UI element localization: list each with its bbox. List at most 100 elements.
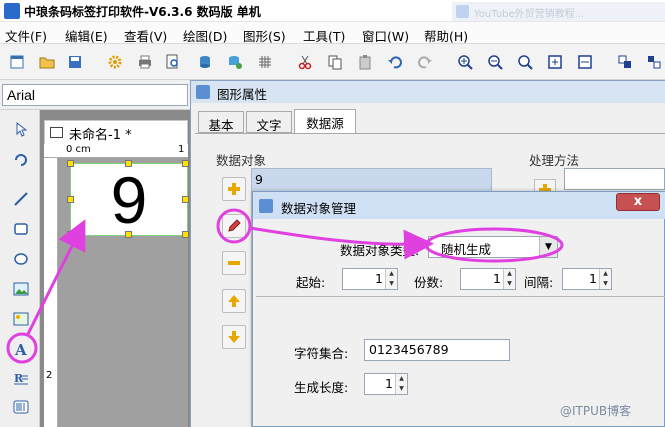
open-folder-icon[interactable] — [38, 53, 56, 71]
rectangle-tool-icon[interactable] — [10, 218, 32, 240]
zoom-out-icon[interactable] — [486, 53, 504, 71]
data-object-list-item[interactable]: 9 — [251, 168, 492, 192]
length-value: 1 — [385, 376, 393, 391]
spin-arrows-icon[interactable]: ▲ ▼ — [385, 269, 397, 289]
tab-basic[interactable]: 基本 — [198, 111, 244, 133]
selection-handle[interactable] — [67, 196, 74, 203]
length-label: 生成长度: — [294, 380, 349, 395]
chevron-down-icon: ▼ — [539, 237, 557, 257]
select-pointer-icon[interactable] — [10, 118, 32, 140]
database-icon[interactable] — [196, 53, 214, 71]
print-preview-icon[interactable] — [164, 53, 182, 71]
zoom-in-icon[interactable] — [456, 53, 474, 71]
data-object-type-select[interactable]: 随机生成 ▼ — [428, 236, 558, 258]
label-text-object[interactable]: 9 — [70, 160, 188, 240]
ruler-tick-1: 1 — [178, 144, 185, 155]
tab-data-source[interactable]: 数据源 — [294, 109, 356, 134]
barcode-tool-icon[interactable] — [10, 396, 32, 418]
ruler-unit-label: 0 cm — [66, 144, 91, 155]
left-tool-palette: A R — [0, 110, 40, 427]
background-tab-label: YouTube外贸营销教程... — [474, 9, 585, 20]
menu-window[interactable]: 窗口(W) — [362, 26, 409, 45]
settings-gear-icon[interactable] — [106, 53, 124, 71]
dialog-title: 数据对象管理 — [281, 201, 357, 216]
fit-width-icon[interactable] — [576, 53, 594, 71]
selection-handle[interactable] — [125, 160, 132, 167]
document-tab[interactable]: 未命名-1 * — [44, 120, 188, 144]
picture-tool-icon[interactable] — [10, 308, 32, 330]
move-up-button[interactable] — [222, 289, 246, 313]
close-button[interactable]: x — [616, 193, 660, 211]
vertical-ruler: 2 — [44, 158, 58, 427]
menu-draw[interactable]: 绘图(D) — [183, 26, 227, 45]
plus-icon — [228, 183, 240, 195]
main-toolbar — [0, 44, 665, 80]
grid-icon[interactable] — [256, 53, 274, 71]
document-icon — [50, 127, 63, 138]
add-data-object-button[interactable] — [222, 177, 246, 201]
group-icon[interactable] — [645, 53, 663, 71]
menu-file[interactable]: 文件(F) — [5, 26, 47, 45]
start-stepper[interactable]: 1 ▲ ▼ — [342, 268, 398, 290]
process-method-list[interactable] — [564, 168, 665, 190]
font-name-select[interactable]: Arial — [2, 84, 188, 106]
new-file-icon[interactable] — [8, 53, 26, 71]
paste-icon[interactable] — [356, 53, 374, 71]
zoom-actual-icon[interactable] — [516, 53, 534, 71]
rotate-icon[interactable] — [10, 148, 32, 170]
selection-handle[interactable] — [125, 231, 132, 238]
fit-page-icon[interactable] — [546, 53, 564, 71]
selection-handle[interactable] — [182, 231, 189, 238]
save-icon[interactable] — [66, 53, 84, 71]
tab-text[interactable]: 文字 — [246, 111, 292, 133]
spin-arrows-icon[interactable]: ▲ ▼ — [599, 269, 611, 289]
browser-tab-icon — [456, 5, 469, 18]
arrange-icon[interactable] — [616, 53, 634, 71]
length-stepper[interactable]: 1 ▲ ▼ — [364, 373, 408, 395]
print-icon[interactable] — [136, 53, 154, 71]
menu-tools[interactable]: 工具(T) — [303, 26, 345, 45]
ellipse-tool-icon[interactable] — [10, 248, 32, 270]
text-tool-icon[interactable]: A — [10, 338, 32, 360]
spin-arrows-icon[interactable]: ▲ ▼ — [395, 374, 407, 394]
menu-view[interactable]: 查看(V) — [124, 26, 167, 45]
delete-data-object-button[interactable] — [222, 251, 246, 275]
background-window-tab[interactable]: YouTube外贸营销教程... — [452, 2, 665, 21]
arrow-down-icon — [228, 331, 240, 343]
move-down-button[interactable] — [222, 325, 246, 349]
selection-handle[interactable] — [67, 160, 74, 167]
app-title: 中琅条码标签打印软件-V6.3.6 数码版 单机 — [24, 5, 261, 19]
selection-handle[interactable] — [182, 196, 189, 203]
copies-stepper[interactable]: 1 ▲ ▼ — [460, 268, 516, 290]
menu-shape[interactable]: 图形(S) — [243, 26, 286, 45]
dialog-window-icon — [259, 199, 273, 213]
properties-window-icon — [196, 85, 210, 99]
image-tool-icon[interactable] — [10, 278, 32, 300]
rich-text-tool-icon[interactable]: R — [10, 368, 32, 390]
spin-arrows-icon[interactable]: ▲ ▼ — [503, 269, 515, 289]
cut-icon[interactable] — [296, 53, 314, 71]
selection-handle[interactable] — [182, 160, 189, 167]
start-label: 起始: — [296, 275, 326, 290]
copy-icon[interactable] — [326, 53, 344, 71]
properties-title-bar: 图形属性 — [191, 81, 665, 103]
edit-data-object-button[interactable] — [222, 214, 246, 238]
charset-input[interactable]: 0123456789 — [364, 339, 510, 361]
ruler-tick-2: 2 — [46, 370, 53, 381]
arrow-up-icon — [228, 295, 240, 307]
menu-help[interactable]: 帮助(H) — [424, 26, 468, 45]
menu-bar: 文件(F) 编辑(E) 查看(V) 绘图(D) 图形(S) 工具(T) 窗口(W… — [0, 22, 665, 44]
minus-icon — [228, 261, 240, 265]
interval-stepper[interactable]: 1 ▲ ▼ — [562, 268, 612, 290]
redo-icon[interactable] — [416, 53, 434, 71]
pencil-edit-icon — [228, 219, 241, 232]
dialog-separator — [256, 296, 665, 297]
menu-edit[interactable]: 编辑(E) — [65, 26, 108, 45]
charset-label: 字符集合: — [294, 346, 349, 361]
database-connect-icon[interactable] — [226, 53, 244, 71]
watermark: @ITPUB博客 — [560, 404, 632, 418]
dialog-title-bar: 数据对象管理 — [253, 192, 665, 219]
line-tool-icon[interactable] — [10, 188, 32, 210]
undo-icon[interactable] — [386, 53, 404, 71]
selection-handle[interactable] — [67, 231, 74, 238]
